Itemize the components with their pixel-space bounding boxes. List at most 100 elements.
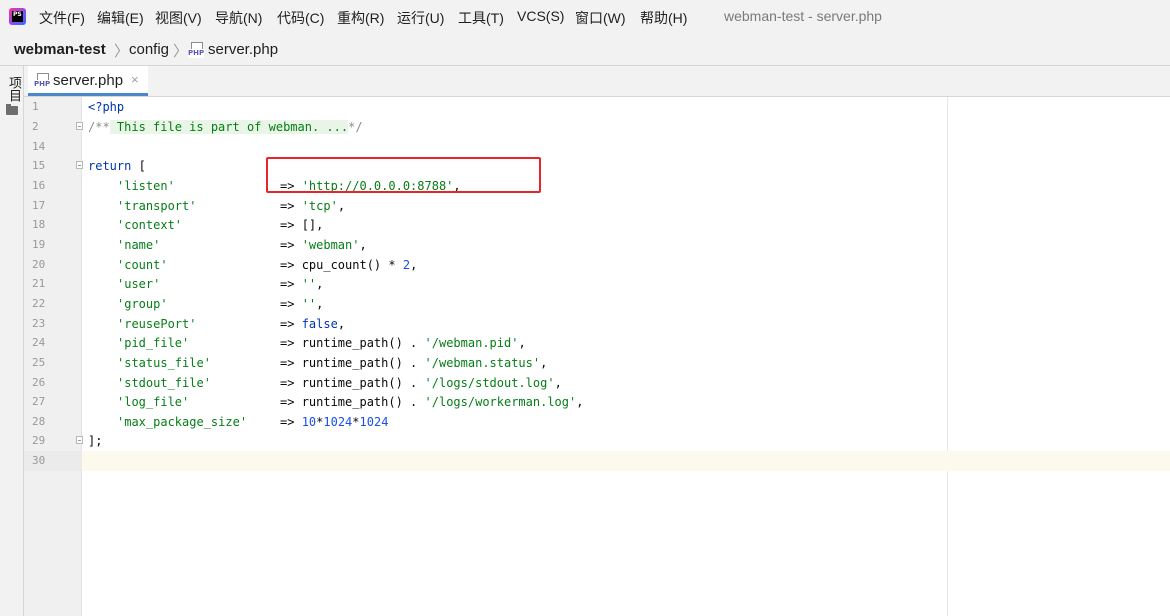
- code-line: 20 'count' => cpu_count() * 2,: [24, 255, 1170, 275]
- tab-server-php[interactable]: PHP server.php ×: [28, 66, 148, 96]
- menu-refactor[interactable]: 重构(R): [337, 8, 384, 28]
- menu-view[interactable]: 视图(V): [155, 8, 202, 28]
- code-line: 26 'stdout_file' => runtime_path() . '/l…: [24, 373, 1170, 393]
- fold-toggle-icon[interactable]: [76, 161, 83, 169]
- code-line: 2 /** This file is part of webman. ...*/: [24, 117, 1170, 137]
- line-number: 25: [32, 356, 46, 369]
- window-title: webman-test - server.php: [724, 8, 882, 24]
- config-key: 'status_file': [117, 356, 211, 370]
- line-number: 15: [32, 159, 46, 172]
- config-value: => 'tcp',: [280, 199, 346, 213]
- config-value: => runtime_path() . '/logs/workerman.log…: [280, 395, 584, 409]
- config-key: 'name': [117, 238, 161, 252]
- annotation-highlight-box: [266, 157, 541, 193]
- config-value: => runtime_path() . '/webman.pid',: [280, 336, 526, 350]
- config-key: 'stdout_file': [117, 376, 211, 390]
- code-line: 22 'group' => '',: [24, 294, 1170, 314]
- code-text: <?php: [88, 100, 125, 114]
- line-number: 24: [32, 336, 46, 349]
- editor-tabs: PHP server.php ×: [24, 66, 1170, 97]
- menu-window[interactable]: 窗口(W): [575, 8, 626, 28]
- config-value: => cpu_count() * 2,: [280, 258, 418, 272]
- config-key: 'log_file': [117, 395, 190, 409]
- code-line: 15 return [: [24, 156, 1170, 176]
- config-value: => [],: [280, 218, 324, 232]
- code-text: return [: [88, 159, 146, 173]
- phpstorm-app-icon[interactable]: PS: [9, 8, 26, 25]
- line-number: 30: [24, 451, 82, 471]
- code-line: 19 'name' => 'webman',: [24, 235, 1170, 255]
- config-key: 'pid_file': [117, 336, 190, 350]
- breadcrumb-file[interactable]: server.php: [208, 41, 278, 58]
- config-value: => runtime_path() . '/logs/stdout.log',: [280, 376, 562, 390]
- code-text: /** This file is part of webman. ...*/: [88, 120, 363, 134]
- project-tool-strip: 项目: [0, 66, 24, 616]
- menu-bar: PS 文件(F) 编辑(E) 视图(V) 导航(N) 代码(C) 重构(R) 运…: [0, 0, 1170, 33]
- config-value: => 10*1024*1024: [280, 415, 389, 429]
- config-key: 'reusePort': [117, 317, 197, 331]
- code-line: 25 'status_file' => runtime_path() . '/w…: [24, 353, 1170, 373]
- code-line: 24 'pid_file' => runtime_path() . '/webm…: [24, 333, 1170, 353]
- line-number: 20: [32, 258, 46, 271]
- config-value: => '',: [280, 297, 324, 311]
- menu-tools[interactable]: 工具(T): [458, 8, 504, 28]
- line-number: 2: [32, 120, 39, 133]
- config-key: 'max_package_size': [117, 415, 248, 429]
- menu-help[interactable]: 帮助(H): [640, 8, 687, 28]
- config-value: => '',: [280, 277, 324, 291]
- config-key: 'context': [117, 218, 183, 232]
- code-line: 14: [24, 137, 1170, 157]
- close-icon[interactable]: ×: [131, 72, 139, 87]
- code-line: 29 ];: [24, 431, 1170, 451]
- config-value: => 'webman',: [280, 238, 367, 252]
- php-file-icon: PHP: [188, 42, 204, 58]
- code-line: 1 <?php: [24, 97, 1170, 117]
- folder-icon[interactable]: [6, 104, 18, 115]
- config-value: => runtime_path() . '/webman.status',: [280, 356, 548, 370]
- code-line: 18 'context' => [],: [24, 215, 1170, 235]
- config-key: 'transport': [117, 199, 197, 213]
- fold-toggle-icon[interactable]: [76, 122, 83, 130]
- code-line: 16 'listen' => 'http://0.0.0.0:8788',: [24, 176, 1170, 196]
- code-editor[interactable]: 1 <?php 2 /** This file is part of webma…: [24, 97, 1170, 616]
- config-key: 'user': [117, 277, 161, 291]
- config-key: 'group': [117, 297, 168, 311]
- tab-label: server.php: [53, 72, 124, 89]
- breadcrumb-folder[interactable]: config: [129, 41, 169, 58]
- fold-toggle-icon[interactable]: [76, 436, 83, 444]
- code-line-current: 30: [24, 451, 1170, 471]
- line-number: 1: [32, 100, 39, 113]
- line-number: 23: [32, 317, 46, 330]
- code-line: 27 'log_file' => runtime_path() . '/logs…: [24, 392, 1170, 412]
- line-number: 26: [32, 376, 46, 389]
- line-number: 19: [32, 238, 46, 251]
- breadcrumb-project[interactable]: webman-test: [14, 41, 106, 58]
- line-number: 14: [32, 140, 46, 153]
- menu-vcs[interactable]: VCS(S): [517, 8, 564, 24]
- project-tool-window-button[interactable]: 项目: [5, 76, 24, 102]
- code-line: 21 'user' => '',: [24, 274, 1170, 294]
- code-line: 28 'max_package_size' => 10*1024*1024: [24, 412, 1170, 432]
- config-value: => false,: [280, 317, 346, 331]
- code-line: 23 'reusePort' => false,: [24, 314, 1170, 334]
- folded-comment[interactable]: This file is part of webman. ...: [109, 120, 349, 134]
- line-number: 27: [32, 395, 46, 408]
- line-number: 17: [32, 199, 46, 212]
- breadcrumb: webman-test 〉 config 〉 PHP server.php: [0, 33, 1170, 66]
- config-key: 'listen': [117, 179, 175, 193]
- code-text: ];: [88, 434, 103, 448]
- php-file-icon: PHP: [34, 73, 50, 89]
- config-key: 'count': [117, 258, 168, 272]
- chevron-right-icon: 〉: [114, 43, 130, 60]
- menu-code[interactable]: 代码(C): [277, 8, 324, 28]
- line-number: 16: [32, 179, 46, 192]
- line-number: 21: [32, 277, 46, 290]
- menu-navigate[interactable]: 导航(N): [215, 8, 262, 28]
- menu-run[interactable]: 运行(U): [397, 8, 444, 28]
- menu-file[interactable]: 文件(F): [39, 8, 85, 28]
- line-number: 28: [32, 415, 46, 428]
- menu-edit[interactable]: 编辑(E): [97, 8, 144, 28]
- chevron-right-icon: 〉: [173, 43, 189, 60]
- line-number: 29: [32, 434, 46, 447]
- line-number: 18: [32, 218, 46, 231]
